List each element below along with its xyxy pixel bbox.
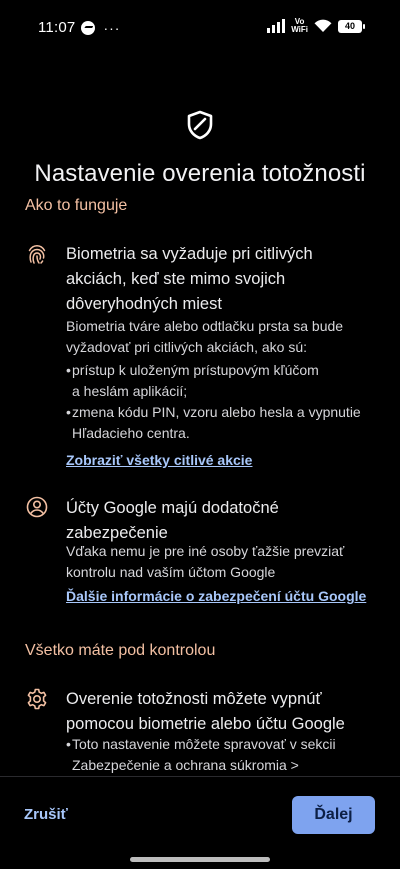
google-accounts-description: Vďaka nemu je pre iné osoby ťažšie prevz… — [66, 543, 345, 580]
fingerprint-icon — [28, 245, 46, 264]
vowifi-indicator: Vo WiFi — [291, 18, 308, 34]
shield-icon — [187, 110, 213, 140]
google-accounts-title: Účty Google majú dodatočné zabezpečenie — [66, 499, 279, 542]
bullet-text: prístup k uloženým prístupovým kľúčom — [72, 362, 319, 378]
messenger-icon — [81, 20, 96, 35]
section-label-control: Všetko máte pod kontrolou — [25, 642, 216, 659]
gear-icon — [27, 688, 47, 710]
security-privacy-link[interactable]: Zabezpečenie a ochrana súkromia > — [66, 755, 384, 776]
battery-level: 40 — [344, 21, 355, 31]
bullet-text-continued: Hľadacieho centra. — [72, 425, 190, 441]
bottom-divider — [0, 776, 400, 777]
status-bar: 11:07 ··· Vo WiFi 40 — [0, 0, 400, 56]
wifi-icon — [314, 19, 332, 32]
biometrics-bullet-1: •prístup k uloženým prístupovým kľúčom a… — [66, 360, 384, 402]
biometrics-description: Biometria tváre alebo odtlačku prsta sa … — [66, 318, 344, 355]
biometrics-bullet-2: •zmena kódu PIN, vzoru alebo hesla a vyp… — [66, 402, 384, 444]
vowifi-bottom: WiFi — [291, 25, 308, 34]
page-title: Nastavenie overenia totožnosti — [34, 160, 366, 187]
bullet-text: Toto nastavenie môžete spravovať v sekci… — [72, 736, 336, 752]
signal-icon — [267, 19, 286, 33]
battery-icon: 40 — [338, 19, 365, 33]
bullet-text-continued: a heslám aplikácií; — [72, 383, 188, 399]
home-indicator[interactable] — [130, 857, 270, 862]
next-button[interactable]: Ďalej — [292, 796, 375, 834]
status-time: 11:07 — [38, 19, 76, 36]
cancel-button[interactable]: Zrušiť — [24, 806, 68, 823]
bullet-text: zmena kódu PIN, vzoru alebo hesla a vypn… — [72, 404, 361, 420]
account-circle-icon — [26, 496, 48, 518]
view-sensitive-actions-link[interactable]: Zobraziť všetky citlivé akcie — [66, 452, 252, 468]
status-right: Vo WiFi 40 — [267, 18, 365, 34]
biometrics-title: Biometria sa vyžaduje pri citlivých akci… — [66, 245, 313, 313]
google-security-info-link[interactable]: Ďalšie informácie o zabezpečení účtu Goo… — [66, 588, 366, 604]
more-notifications-icon: ··· — [103, 19, 121, 36]
section-label-how-it-works: Ako to funguje — [25, 197, 128, 214]
settings-title: Overenie totožnosti môžete vypnúť pomoco… — [66, 690, 345, 733]
status-left: 11:07 ··· — [38, 19, 120, 36]
settings-bullet: •Toto nastavenie môžete spravovať v sekc… — [66, 734, 384, 776]
